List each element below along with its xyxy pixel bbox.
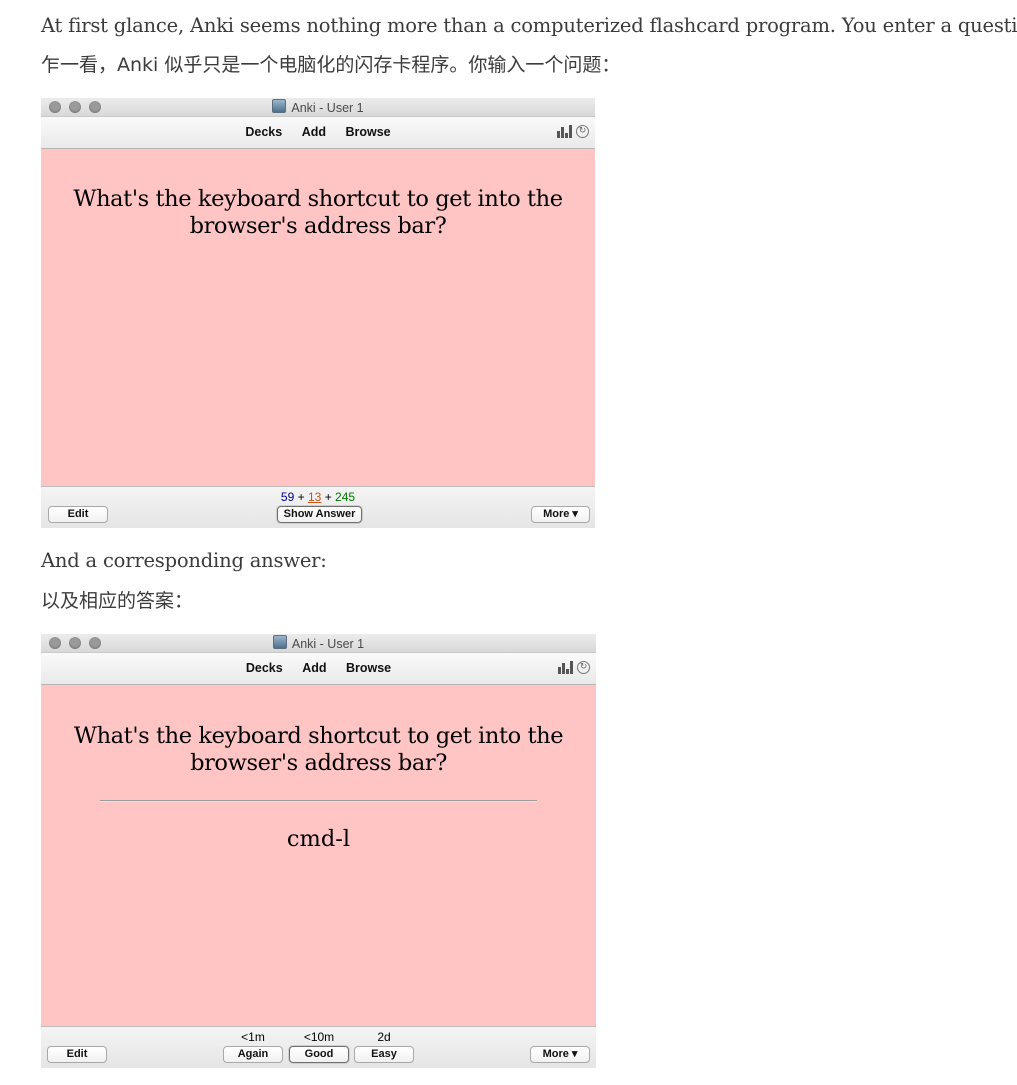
- more-button[interactable]: More ▾: [531, 506, 590, 523]
- good-interval: <10m: [303, 1030, 335, 1044]
- titlebar: Anki - User 1: [41, 634, 596, 653]
- stats-icon[interactable]: [558, 661, 573, 674]
- decks-link[interactable]: Decks: [246, 661, 283, 675]
- question-line-2: browser's address bar?: [189, 213, 447, 239]
- window-title: Anki - User 1: [41, 635, 596, 651]
- question-line-2: browser's address bar?: [190, 750, 447, 776]
- easy-button[interactable]: Easy: [354, 1046, 414, 1063]
- review-count: 245: [335, 490, 356, 504]
- more-button[interactable]: More ▾: [530, 1046, 590, 1063]
- anki-app-icon: [272, 99, 287, 113]
- again-button[interactable]: Again: [223, 1046, 283, 1063]
- edit-button[interactable]: Edit: [48, 506, 108, 523]
- card-question: What's the keyboard shortcut to get into…: [61, 723, 576, 777]
- due-counts: 59 + 13 + 245: [280, 490, 356, 504]
- good-button[interactable]: Good: [289, 1046, 349, 1063]
- browse-link[interactable]: Browse: [346, 661, 391, 675]
- card-answer: cmd-l: [286, 826, 351, 852]
- anki-window-answer: Anki - User 1 Decks Add Browse ↻ What's …: [41, 634, 596, 1068]
- anki-window-question: Anki - User 1 Decks Add Browse ↻ What's …: [41, 98, 595, 528]
- card-question: What's the keyboard shortcut to get into…: [61, 186, 575, 240]
- new-count: 59: [280, 490, 295, 504]
- question-line-1: What's the keyboard shortcut to get into…: [73, 186, 563, 212]
- anki-app-icon: [272, 635, 287, 649]
- intro-text-zh: 乍一看，Anki 似乎只是一个电脑化的闪存卡程序。你输入一个问题：: [41, 54, 621, 76]
- learning-count: 13: [307, 490, 322, 504]
- add-link[interactable]: Add: [302, 661, 326, 675]
- window-title: Anki - User 1: [41, 99, 595, 115]
- answer-intro-text-en: And a corresponding answer:: [41, 549, 327, 572]
- answer-intro-text-zh: 以及相应的答案：: [41, 590, 194, 612]
- show-answer-button[interactable]: Show Answer: [277, 506, 362, 523]
- answer-bottom-bar: Edit <1m Again <10m Good 2d Easy More ▾: [41, 1026, 596, 1068]
- main-toolbar: Decks Add Browse ↻: [41, 117, 595, 149]
- review-bottom-bar: Edit 59 + 13 + 245 Show Answer More ▾: [41, 486, 595, 528]
- decks-link[interactable]: Decks: [245, 125, 282, 139]
- sync-icon[interactable]: ↻: [576, 125, 589, 138]
- question-line-1: What's the keyboard shortcut to get into…: [73, 723, 564, 749]
- intro-text-en: At first glance, Anki seems nothing more…: [41, 14, 1017, 37]
- stats-icon[interactable]: [557, 125, 572, 138]
- window-title-text: Anki - User 1: [291, 101, 364, 115]
- sync-icon[interactable]: ↻: [577, 661, 590, 674]
- answer-divider: [100, 800, 537, 802]
- edit-button[interactable]: Edit: [47, 1046, 107, 1063]
- window-title-text: Anki - User 1: [291, 637, 365, 651]
- main-toolbar: Decks Add Browse ↻: [41, 653, 596, 685]
- easy-interval: 2d: [377, 1030, 391, 1044]
- add-link[interactable]: Add: [302, 125, 326, 139]
- titlebar: Anki - User 1: [41, 98, 595, 117]
- again-interval: <1m: [241, 1030, 265, 1044]
- browse-link[interactable]: Browse: [345, 125, 390, 139]
